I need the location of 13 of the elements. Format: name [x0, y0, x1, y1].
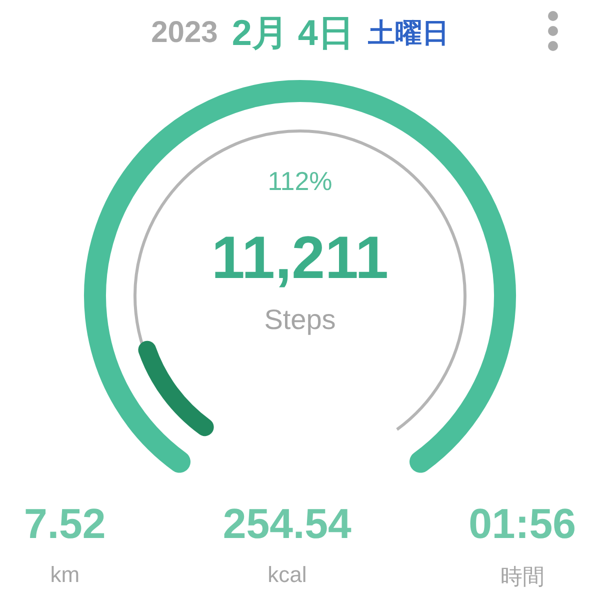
steps-label: Steps [264, 304, 336, 336]
stat-label: 時間 [500, 563, 544, 591]
stat-value: 254.54 [222, 500, 352, 548]
stat-label: kcal [268, 562, 307, 588]
percent-text: 112% [268, 166, 332, 197]
date-text: 2月 4日 [232, 10, 354, 54]
stat-label: km [50, 562, 80, 588]
stat-value: 01:56 [468, 500, 576, 548]
more-options-icon[interactable] [546, 10, 560, 52]
stat-value: 7.52 [24, 500, 106, 548]
year-text: 2023 [151, 16, 218, 50]
weekday-text: 土曜日 [368, 17, 449, 50]
steps-value: 11,211 [212, 223, 388, 292]
